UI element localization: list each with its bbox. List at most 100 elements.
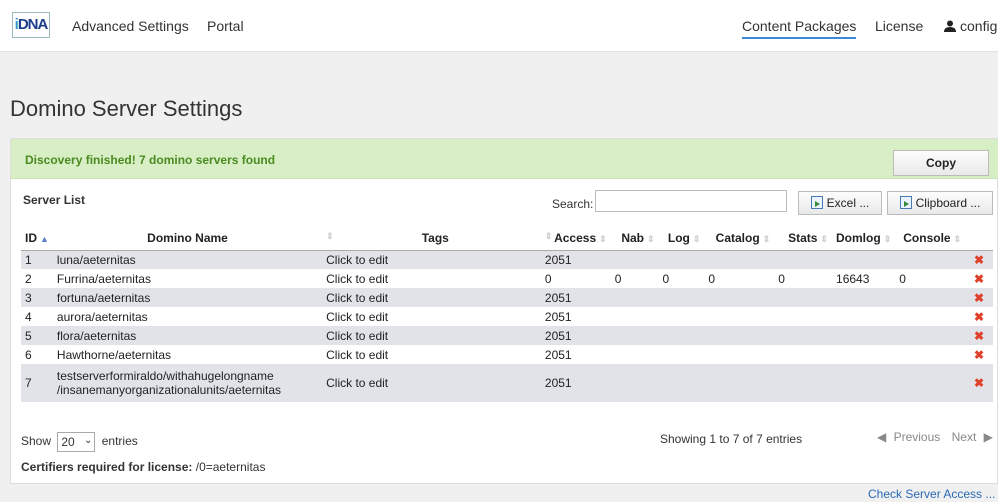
cell-access: 2051 — [540, 326, 611, 345]
cell-stats — [774, 345, 833, 364]
top-navbar: iDNA Advanced Settings Portal Content Pa… — [0, 0, 998, 52]
cell-tags[interactable]: Click to edit — [322, 364, 541, 402]
cell-name: testserverformiraldo/withahugelongname/i… — [52, 364, 323, 402]
app-logo[interactable]: iDNA — [12, 12, 50, 38]
delete-icon[interactable]: ✖ — [974, 291, 984, 305]
alert-text: Discovery finished! 7 domino servers fou… — [25, 153, 276, 167]
sort-icon: ⇕ — [883, 233, 892, 244]
next-button[interactable]: Next ▶ — [950, 430, 995, 444]
cell-name: fortuna/aeternitas — [52, 288, 323, 307]
col-tags[interactable]: ⇕ Tags — [322, 226, 541, 251]
clipboard-export-button[interactable]: Clipboard ... — [887, 191, 993, 215]
previous-button[interactable]: ◀ Previous — [875, 430, 942, 444]
excel-export-button[interactable]: Excel ... — [798, 191, 882, 215]
nav-advanced-settings[interactable]: Advanced Settings — [72, 18, 189, 34]
cell-nab — [610, 288, 659, 307]
cell-access: 2051 — [540, 345, 611, 364]
cell-access: 2051 — [540, 288, 611, 307]
cell-stats — [774, 288, 833, 307]
col-tags-label: Tags — [421, 230, 449, 245]
col-catalog[interactable]: Catalog ⇕ — [704, 226, 775, 251]
delete-icon[interactable]: ✖ — [974, 272, 984, 286]
cell-log — [658, 364, 705, 402]
col-nab[interactable]: Nab ⇕ — [610, 226, 659, 251]
cell-domlog — [832, 326, 896, 345]
cell-name: flora/aeternitas — [52, 326, 323, 345]
excel-label: Excel ... — [826, 196, 870, 210]
delete-icon[interactable]: ✖ — [974, 310, 984, 324]
col-id[interactable]: ID ▲ — [21, 226, 53, 251]
cell-id: 5 — [21, 326, 53, 345]
delete-icon[interactable]: ✖ — [974, 348, 984, 362]
entries-select-value: 20 — [61, 435, 75, 449]
cell-tags[interactable]: Click to edit — [322, 250, 541, 269]
delete-icon[interactable]: ✖ — [974, 376, 984, 390]
col-log-label: Log — [667, 230, 690, 245]
col-domlog-label: Domlog — [836, 230, 881, 245]
cell-tags[interactable]: Click to edit — [322, 345, 541, 364]
table-row: 1 luna/aeternitas Click to edit 2051 ✖ — [21, 250, 993, 269]
col-stats-label: Stats — [788, 230, 818, 245]
col-stats[interactable]: Stats ⇕ — [774, 226, 833, 251]
cell-log — [658, 250, 705, 269]
cell-log: 0 — [658, 269, 705, 288]
nav-license[interactable]: License — [875, 18, 923, 34]
cell-stats — [774, 364, 833, 402]
cell-log — [658, 326, 705, 345]
delete-icon[interactable]: ✖ — [974, 329, 984, 343]
logo-letters: DNA — [17, 16, 48, 33]
sort-icon: ⇕ — [762, 233, 771, 244]
previous-label: Previous — [893, 430, 941, 444]
sort-asc-icon: ▲ — [40, 233, 49, 244]
cell-name: Hawthorne/aeternitas — [52, 345, 323, 364]
page-title: Domino Server Settings — [10, 96, 243, 121]
cell-tags[interactable]: Click to edit — [322, 288, 541, 307]
export-doc-icon — [899, 196, 912, 209]
user-name: config — [960, 18, 998, 34]
cell-stats — [774, 250, 833, 269]
nav-user-menu[interactable]: config — [944, 18, 997, 34]
server-table: ID ▲ Domino Name ⇕ Tags ⇕ Access ⇕ Nab ⇕ Log ⇕… — [21, 226, 993, 402]
pagination: ◀ Previous Next ▶ — [873, 430, 997, 444]
nav-portal[interactable]: Portal — [207, 18, 244, 34]
cell-nab — [610, 364, 659, 402]
cell-catalog — [704, 250, 775, 269]
cell-access: 2051 — [540, 364, 611, 402]
col-domino-name[interactable]: Domino Name — [52, 226, 323, 251]
col-console[interactable]: Console ⇕ — [895, 226, 966, 251]
cell-nab — [610, 345, 659, 364]
delete-icon[interactable]: ✖ — [974, 253, 984, 267]
cell-tags[interactable]: Click to edit — [322, 326, 541, 345]
table-row: 2 Furrina/aeternitas Click to edit 0 0 0… — [21, 269, 993, 288]
cell-log — [658, 307, 705, 326]
cell-catalog — [704, 288, 775, 307]
cert-value: /0=aeternitas — [195, 460, 266, 474]
search-input[interactable] — [595, 190, 787, 212]
cell-nab — [610, 326, 659, 345]
sort-icon: ⇕ — [326, 230, 334, 241]
nav-content-packages[interactable]: Content Packages — [742, 18, 857, 39]
cell-log — [658, 288, 705, 307]
cell-name: Furrina/aeternitas — [52, 269, 323, 288]
cell-catalog — [704, 326, 775, 345]
sort-icon: ⇕ — [599, 233, 607, 244]
next-label: Next — [951, 430, 977, 444]
check-server-access-link[interactable]: Check Server Access ... — [868, 487, 995, 501]
table-row: 3 fortuna/aeternitas Click to edit 2051 … — [21, 288, 993, 307]
clipboard-label: Clipboard ... — [915, 196, 981, 210]
cell-id: 1 — [21, 250, 53, 269]
cert-label: Certifiers required for license: — [21, 460, 193, 474]
col-access[interactable]: ⇕ Access ⇕ — [540, 226, 611, 251]
cell-domlog — [832, 250, 896, 269]
entries-select[interactable]: 20 ⌄ — [57, 432, 96, 452]
copy-button[interactable]: Copy — [893, 150, 989, 176]
col-log[interactable]: Log ⇕ — [658, 226, 705, 251]
cell-access: 2051 — [540, 307, 611, 326]
col-name-label: Domino Name — [147, 230, 228, 245]
cell-id: 2 — [21, 269, 53, 288]
col-domlog[interactable]: Domlog ⇕ — [832, 226, 896, 251]
cell-tags[interactable]: Click to edit — [322, 307, 541, 326]
cell-console — [895, 288, 966, 307]
search-label: Search: — [552, 197, 594, 211]
cell-tags[interactable]: Click to edit — [322, 269, 541, 288]
